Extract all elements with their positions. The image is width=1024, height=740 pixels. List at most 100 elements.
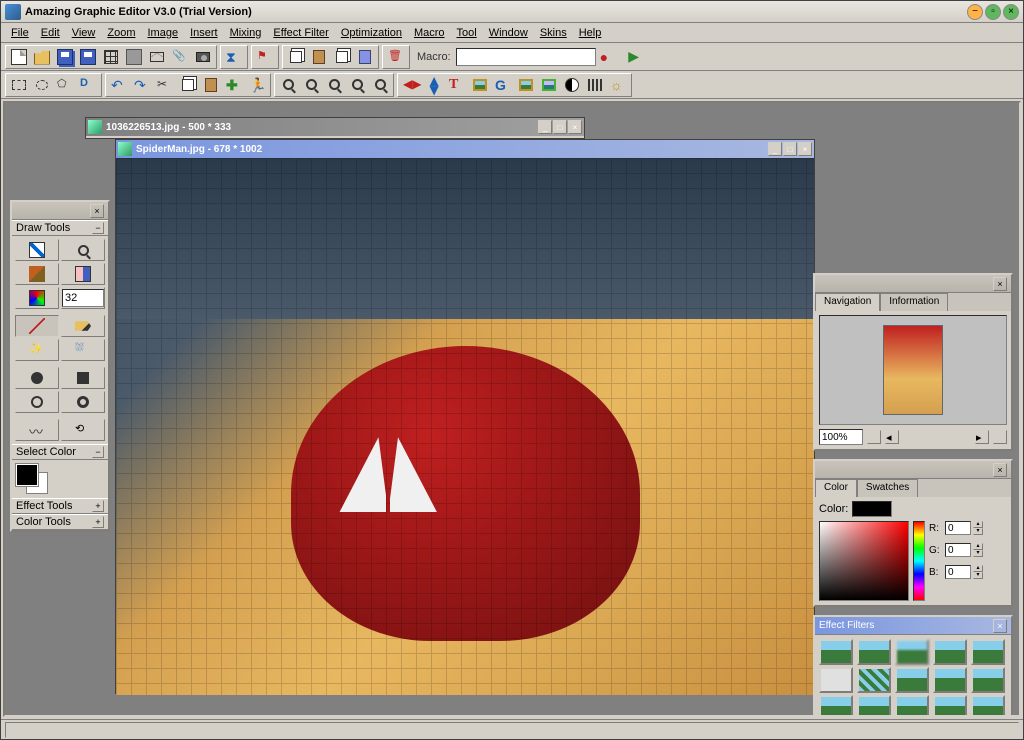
effect-thumb-7[interactable] — [857, 667, 891, 693]
paste2-button[interactable] — [200, 75, 222, 95]
effect-thumb-9[interactable] — [933, 667, 967, 693]
brush-tool[interactable] — [15, 263, 59, 285]
effect-tools-expand[interactable]: + — [92, 500, 104, 512]
eyedropper-tool[interactable] — [15, 239, 59, 261]
menu-tool[interactable]: Tool — [451, 25, 483, 41]
save-button[interactable] — [77, 47, 99, 67]
doc1-maximize[interactable]: □ — [553, 120, 567, 134]
menu-optimization[interactable]: Optimization — [335, 25, 408, 41]
menu-macro[interactable]: Macro — [408, 25, 451, 41]
zoom-slider-right[interactable]: ▸ — [975, 430, 989, 444]
new-button[interactable] — [8, 47, 30, 67]
effect-thumb-4[interactable] — [933, 639, 967, 665]
fill-tool[interactable] — [15, 287, 59, 309]
effect-thumb-12[interactable] — [857, 695, 891, 717]
doc2-close[interactable]: × — [798, 142, 812, 156]
effect-thumb-5[interactable] — [971, 639, 1005, 665]
runner-button[interactable]: 🏃 — [246, 75, 268, 95]
flag-button[interactable]: ⚑ — [254, 47, 276, 67]
lasso-tool[interactable]: ⟲ — [61, 419, 105, 441]
brightness-button[interactable]: ☼ — [607, 75, 629, 95]
zoom-down-button[interactable] — [867, 430, 881, 444]
color-swatches[interactable] — [16, 464, 48, 494]
paste-special-button[interactable] — [354, 47, 376, 67]
effect-thumb-2[interactable] — [857, 639, 891, 665]
frame2-button[interactable] — [538, 75, 560, 95]
levels-button[interactable] — [584, 75, 606, 95]
magnify-tool[interactable] — [61, 239, 105, 261]
tab-color[interactable]: Color — [815, 479, 857, 497]
b-down[interactable]: ▾ — [973, 572, 983, 579]
redo-button[interactable]: ↷ — [131, 75, 153, 95]
zoom-up-button[interactable] — [993, 430, 1007, 444]
line-tool[interactable] — [15, 315, 59, 337]
filled-square-tool[interactable] — [61, 367, 105, 389]
doc2-minimize[interactable]: _ — [768, 142, 782, 156]
text-button[interactable]: T — [446, 75, 468, 95]
menu-skins[interactable]: Skins — [534, 25, 573, 41]
fx-panel-close[interactable]: × — [993, 619, 1007, 633]
menu-window[interactable]: Window — [483, 25, 534, 41]
filled-circle-tool[interactable] — [15, 367, 59, 389]
effect-thumb-13[interactable] — [895, 695, 929, 717]
document-window-2[interactable]: SpiderMan.jpg - 678 * 1002 _ □ × — [115, 139, 815, 694]
effect-thumb-11[interactable] — [819, 695, 853, 717]
browse-button[interactable] — [100, 47, 122, 67]
titlebar[interactable]: Amazing Graphic Editor V3.0 (Trial Versi… — [1, 1, 1023, 23]
flip-v-button[interactable]: ◀▶ — [423, 75, 445, 95]
minimize-button[interactable]: − — [967, 4, 983, 20]
menu-mixing[interactable]: Mixing — [224, 25, 268, 41]
doc1-close[interactable]: × — [568, 120, 582, 134]
menu-effect-filter[interactable]: Effect Filter — [267, 25, 334, 41]
play-macro-button[interactable]: ▶ — [624, 48, 644, 66]
foreground-swatch[interactable] — [16, 464, 38, 486]
g-down[interactable]: ▾ — [973, 550, 983, 557]
zoom-region-button[interactable] — [369, 75, 391, 95]
r-down[interactable]: ▾ — [973, 528, 983, 535]
save-all-button[interactable] — [54, 47, 76, 67]
color-tools-expand[interactable]: + — [92, 516, 104, 528]
select-color-collapse[interactable]: − — [92, 446, 104, 458]
insert-image-button[interactable] — [469, 75, 491, 95]
brush-size-input[interactable] — [62, 289, 104, 307]
select-rect-button[interactable] — [8, 75, 30, 95]
color-panel-close[interactable]: × — [993, 463, 1007, 477]
flip-h-button[interactable]: ◀▶ — [400, 75, 422, 95]
menu-image[interactable]: Image — [141, 25, 184, 41]
menu-view[interactable]: View — [66, 25, 102, 41]
zoom-field[interactable] — [819, 429, 863, 445]
effect-thumb-6[interactable] — [819, 667, 853, 693]
delete-button[interactable]: 🗑 — [385, 47, 407, 67]
ring-tool[interactable] — [61, 391, 105, 413]
select-text-button[interactable]: D — [77, 75, 99, 95]
close-button[interactable]: × — [1003, 4, 1019, 20]
frame-button[interactable] — [515, 75, 537, 95]
doc1-titlebar[interactable]: 1036226513.jpg - 500 * 333 _ □ × — [86, 118, 584, 136]
copy2-button[interactable] — [177, 75, 199, 95]
menu-file[interactable]: File — [5, 25, 35, 41]
zoom-fit-button[interactable] — [323, 75, 345, 95]
draw-tools-collapse[interactable]: − — [92, 222, 104, 234]
open-button[interactable] — [31, 47, 53, 67]
nav-panel-close[interactable]: × — [993, 277, 1007, 291]
r-input[interactable] — [945, 521, 971, 535]
saturation-picker[interactable] — [819, 521, 909, 601]
effect-thumb-3[interactable] — [895, 639, 929, 665]
tab-navigation[interactable]: Navigation — [815, 293, 880, 311]
doc2-titlebar[interactable]: SpiderMan.jpg - 678 * 1002 _ □ × — [116, 140, 814, 158]
record-button[interactable]: ● — [597, 47, 619, 67]
doc1-minimize[interactable]: _ — [538, 120, 552, 134]
macro-input[interactable] — [456, 48, 596, 66]
eraser-tool[interactable] — [61, 263, 105, 285]
doc2-maximize[interactable]: □ — [783, 142, 797, 156]
undo-button[interactable]: ↶ — [108, 75, 130, 95]
menu-insert[interactable]: Insert — [184, 25, 224, 41]
r-up[interactable]: ▴ — [973, 521, 983, 528]
mail-button[interactable] — [146, 47, 168, 67]
brush-size-tool[interactable] — [61, 287, 105, 309]
zoom-out-button[interactable] — [277, 75, 299, 95]
select-freehand-button[interactable]: ⬠ — [54, 75, 76, 95]
camera-button[interactable] — [192, 47, 214, 67]
navigator-thumbnail[interactable] — [819, 315, 1007, 425]
cut-button[interactable]: ✂ — [154, 75, 176, 95]
